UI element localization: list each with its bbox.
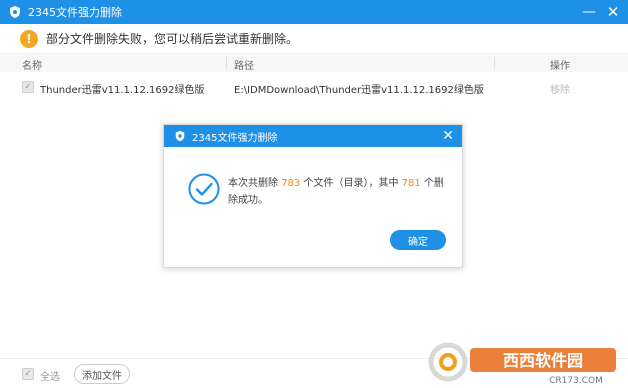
select-all-checkbox[interactable]: ✓	[22, 368, 34, 380]
ok-button[interactable]: 确定	[390, 230, 446, 250]
minimize-button[interactable]: —	[576, 0, 602, 24]
result-message: 本次共删除 783 个文件（目录），其中 781 个删除成功。	[228, 175, 448, 209]
success-count: 781	[401, 178, 421, 189]
watermark-subtext: CR173.COM	[549, 376, 603, 386]
message-text: 本次共删除	[228, 178, 282, 189]
dialog-title: 2345文件强力删除	[192, 132, 278, 144]
remove-link[interactable]: 移除	[550, 81, 570, 96]
table-header: 名称 路径 操作	[0, 54, 628, 72]
dialog-title-bar: 2345文件强力删除 ✕	[164, 125, 462, 147]
row-checkbox[interactable]: ✓	[22, 81, 34, 93]
site-watermark-logo: 西西软件园 CR173.COM	[428, 342, 616, 386]
file-name: Thunder迅雷v11.1.12.1692绿色版	[40, 85, 205, 96]
add-file-button[interactable]: 添加文件	[74, 364, 130, 384]
shield-logo-icon	[10, 6, 20, 18]
column-header-name[interactable]: 名称	[22, 57, 42, 72]
column-header-path[interactable]: 路径	[234, 57, 254, 72]
message-text: 个文件（目录），其中	[300, 178, 402, 189]
column-header-action: 操作	[550, 61, 570, 72]
warning-bar: ! 部分文件删除失败，您可以稍后尝试重新删除。	[0, 24, 628, 54]
warning-text: 部分文件删除失败，您可以稍后尝试重新删除。	[46, 32, 299, 46]
close-button[interactable]: ✕	[600, 0, 626, 24]
total-count: 783	[281, 178, 301, 189]
file-path: E:\IDMDownload\Thunder迅雷v11.1.12.1692绿色版	[234, 85, 484, 96]
watermark-text: 西西软件园	[503, 351, 583, 370]
exclamation-icon: !	[20, 29, 38, 48]
dialog-close-button[interactable]: ✕	[442, 128, 454, 144]
select-all-label[interactable]: 全选	[40, 368, 60, 383]
column-divider[interactable]	[494, 57, 495, 69]
window-title: 2345文件强力删除	[28, 6, 122, 19]
table-row[interactable]: ✓ Thunder迅雷v11.1.12.1692绿色版 E:\IDMDownlo…	[0, 76, 628, 98]
column-divider[interactable]	[226, 57, 227, 69]
result-dialog: 2345文件强力删除 ✕ 本次共删除 783 个文件（目录），其中 781 个删…	[163, 124, 463, 268]
title-bar: 2345文件强力删除 — ✕	[0, 0, 628, 24]
success-check-icon	[188, 173, 220, 205]
shield-logo-icon	[175, 130, 185, 142]
